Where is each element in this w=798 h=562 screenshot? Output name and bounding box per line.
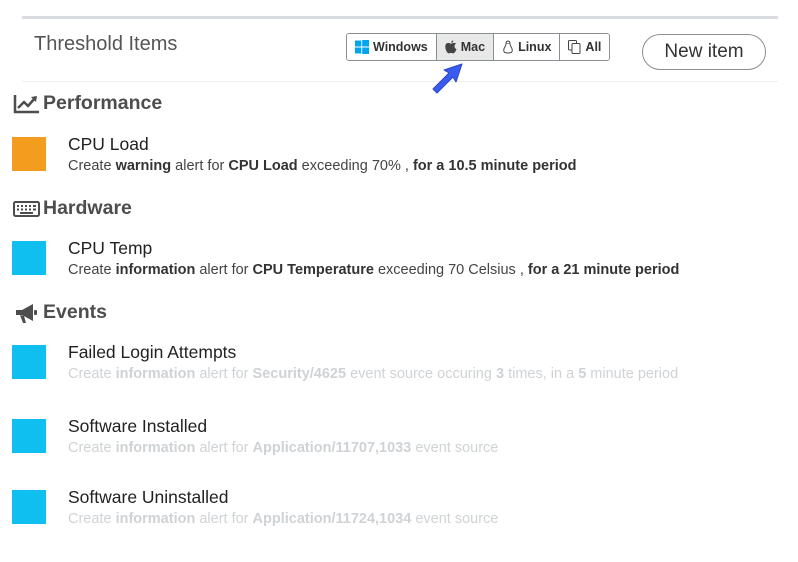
section-title: Events — [43, 301, 107, 323]
section-events: Events — [13, 301, 107, 324]
line-chart-icon — [13, 94, 39, 113]
filter-linux-button[interactable]: Linux — [494, 34, 561, 60]
list-item[interactable]: Software Installed Create information al… — [12, 416, 752, 460]
status-swatch — [12, 345, 46, 379]
list-item[interactable]: CPU Temp Create information alert for CP… — [12, 238, 752, 282]
filter-all-label: All — [585, 40, 602, 54]
bullhorn-icon — [16, 303, 37, 323]
keyboard-icon — [13, 200, 40, 217]
section-title: Hardware — [43, 197, 132, 219]
filter-linux-label: Linux — [518, 40, 552, 54]
item-description: Create warning alert for CPU Load exceed… — [68, 158, 577, 174]
apple-icon — [445, 40, 457, 54]
panel-header: Threshold Items Windows Mac Linux All Ne… — [22, 19, 778, 82]
item-description: Create information alert for Application… — [68, 511, 499, 527]
item-title: CPU Load — [68, 134, 149, 154]
status-swatch — [12, 490, 46, 524]
list-item[interactable]: CPU Load Create warning alert for CPU Lo… — [12, 134, 752, 178]
filter-windows-button[interactable]: Windows — [347, 34, 437, 60]
item-description: Create information alert for Security/46… — [68, 366, 679, 382]
status-swatch — [12, 241, 46, 275]
filter-mac-label: Mac — [460, 40, 486, 54]
linux-icon — [503, 40, 513, 54]
status-swatch — [12, 137, 46, 171]
item-description: Create information alert for CPU Tempera… — [68, 262, 680, 278]
filter-mac-button[interactable]: Mac — [436, 34, 495, 60]
item-description: Create information alert for Application… — [68, 440, 499, 456]
section-performance: Performance — [13, 92, 162, 115]
panel-title: Threshold Items — [34, 33, 178, 55]
os-filter-group: Windows Mac Linux All — [346, 33, 611, 61]
list-item[interactable]: Failed Login Attempts Create information… — [12, 342, 752, 386]
item-title: CPU Temp — [68, 238, 153, 258]
section-hardware: Hardware — [13, 197, 132, 220]
filter-all-button[interactable]: All — [560, 34, 610, 60]
item-title: Software Installed — [68, 416, 208, 436]
item-title: Software Uninstalled — [68, 487, 229, 507]
item-title: Failed Login Attempts — [68, 342, 237, 362]
new-item-button[interactable]: New item — [642, 34, 766, 70]
filter-windows-label: Windows — [373, 40, 428, 54]
windows-icon — [355, 40, 369, 54]
copy-icon — [568, 40, 581, 54]
status-swatch — [12, 419, 46, 453]
section-title: Performance — [43, 92, 163, 114]
pointer-arrow-icon — [432, 63, 463, 94]
list-item[interactable]: Software Uninstalled Create information … — [12, 487, 752, 531]
